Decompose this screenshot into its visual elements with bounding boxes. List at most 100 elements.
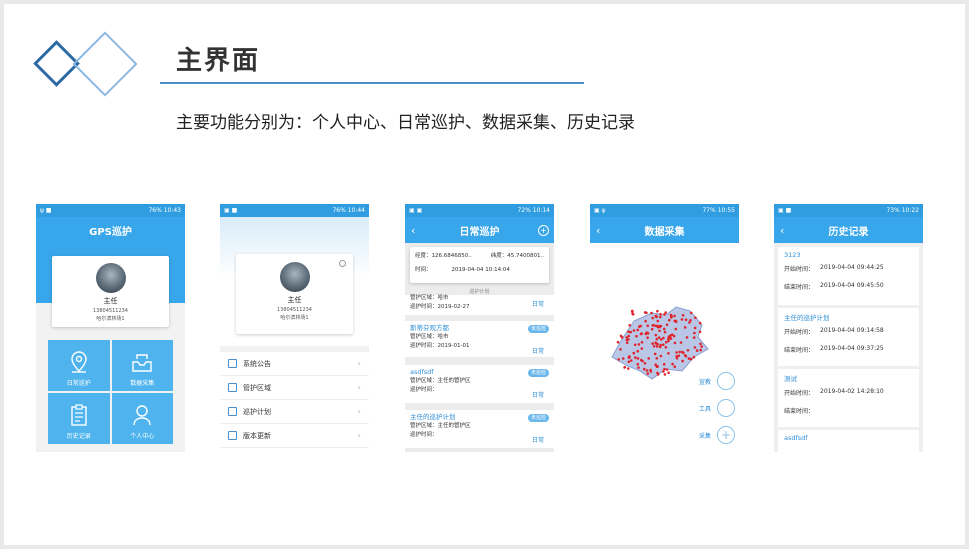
button-collect[interactable]: 采集 +	[699, 426, 735, 444]
status-bar: ▣ ■ 73% 10:22	[774, 204, 923, 217]
map-marker	[645, 369, 649, 372]
map-marker	[675, 351, 678, 354]
tile-data-collection[interactable]: 数据采集	[111, 340, 173, 391]
add-icon[interactable]: +	[538, 224, 549, 236]
menu-item-update[interactable]: 版本更新 ›	[220, 424, 369, 448]
map-marker	[652, 344, 656, 348]
status-bar: ψ ■ 76% 10:43	[36, 204, 185, 217]
user-phone: 13804511234	[277, 307, 312, 313]
back-arrow-icon[interactable]: ‹	[780, 224, 784, 237]
map-marker	[656, 325, 660, 329]
map-marker	[646, 336, 649, 339]
gear-icon[interactable]	[339, 260, 346, 267]
tile-profile[interactable]: 个人中心	[111, 393, 173, 444]
map-marker	[673, 341, 677, 345]
tile-daily-patrol[interactable]: 日常巡护	[48, 340, 110, 391]
back-arrow-icon[interactable]: ‹	[411, 224, 415, 237]
map-marker	[656, 373, 660, 376]
map-marker	[663, 313, 666, 316]
history-record[interactable]: 测试 开始时间： 2019-04-02 14:28:10 结束时间：	[778, 369, 919, 427]
screenshot-profile: ▣ ■ 76% 10:44 主任 13804511234 哈尔滨林场1 系统公告…	[220, 204, 369, 452]
avatar	[279, 262, 310, 292]
map-marker	[619, 348, 622, 351]
map-marker	[625, 338, 629, 342]
back-arrow-icon[interactable]: ‹	[596, 224, 600, 237]
menu-item-announcement[interactable]: 系统公告 ›	[220, 352, 369, 376]
book-icon	[717, 372, 735, 390]
inbox-icon	[132, 354, 152, 372]
map-marker	[640, 347, 644, 350]
map-marker	[693, 331, 696, 335]
map-marker	[681, 350, 684, 354]
screenshot-daily-patrol: ▣ ▣ 72% 10:14 ‹ 日常巡护 + 经度：126.6846850.. …	[405, 204, 554, 452]
map-marker	[681, 314, 685, 317]
map-marker	[656, 365, 659, 368]
gps-info-card: 经度：126.6846850.. 纬度：45.7400801.. 时间： 2019…	[410, 247, 549, 283]
plan-item[interactable]: 斯蒂芬观方都 未巡检 管护区域：哈市 巡护时间：2019-01-01 日常	[405, 321, 554, 357]
map-marker	[685, 336, 689, 339]
map-marker	[646, 324, 649, 328]
map-marker	[655, 345, 659, 348]
location-pin-icon	[71, 351, 87, 373]
map-marker	[699, 342, 702, 346]
map-marker	[627, 360, 631, 364]
button-education[interactable]: 宣教	[699, 372, 735, 390]
chevron-right-icon: ›	[357, 407, 361, 416]
page-title: 主界面	[176, 46, 261, 76]
map-marker	[670, 333, 674, 336]
map-marker	[692, 336, 696, 339]
map-marker	[667, 318, 671, 322]
user-name: 主任	[287, 296, 302, 304]
history-record[interactable]: 3123 开始时间： 2019-04-04 09:44:25 结束时间： 2019-…	[778, 247, 919, 305]
map-marker	[640, 332, 643, 335]
map-marker	[667, 352, 670, 355]
profile-card[interactable]: 主任 13804511234 哈尔滨林场1	[236, 254, 353, 334]
map-marker	[662, 362, 666, 366]
map-marker	[692, 355, 696, 359]
menu-item-plan[interactable]: 巡护计划 ›	[220, 400, 369, 424]
map-marker	[650, 311, 653, 315]
map-marker	[629, 330, 632, 334]
region-map[interactable]	[604, 299, 714, 389]
chevron-right-icon: ›	[357, 431, 361, 440]
map-marker	[684, 318, 688, 321]
plan-item[interactable]: asdfsdf 未巡检 管护区域：主任的管护区 巡护时间： 日常	[405, 365, 554, 403]
map-marker	[665, 323, 669, 327]
button-tools[interactable]: 工具	[699, 399, 735, 417]
map-marker	[653, 352, 657, 356]
history-record[interactable]: asdfsdf	[778, 430, 919, 452]
plan-item[interactable]: 主任的巡护计划 未巡检 管护区域：主任的管护区 巡护时间： 日常	[405, 410, 554, 448]
map-marker	[640, 358, 643, 362]
history-record[interactable]: 主任的巡护计划 开始时间： 2019-04-04 09:14:58 结束时间： 20…	[778, 308, 919, 366]
map-marker	[623, 366, 626, 369]
slide: 主界面 主要功能分别为：个人中心、日常巡护、数据采集、历史记录 ψ ■ 76% …	[4, 4, 965, 545]
map-marker	[674, 320, 678, 324]
map-marker	[699, 348, 702, 352]
map-marker	[673, 365, 677, 368]
plus-icon: +	[717, 426, 735, 444]
tile-history[interactable]: 历史记录	[48, 393, 110, 444]
map-marker	[674, 327, 678, 331]
map-marker	[700, 345, 703, 348]
map-marker	[640, 341, 644, 344]
status-badge: 未巡检	[527, 369, 549, 377]
person-icon	[133, 405, 151, 426]
profile-card[interactable]: 主任 13804511234 哈尔滨林场1	[52, 256, 169, 327]
map-marker	[619, 334, 623, 338]
menu-item-area[interactable]: 管护区域 ›	[220, 376, 369, 400]
title-underline	[160, 82, 584, 84]
map-marker	[679, 341, 683, 344]
plan-item[interactable]: 管护区域：哈市 巡护时间：2019-02-27 日常	[405, 295, 554, 315]
map-marker	[644, 319, 647, 323]
map-marker	[657, 336, 661, 339]
calendar-icon	[228, 407, 237, 416]
status-bar: ▣ ψ 77% 10:55	[590, 204, 739, 217]
map-marker	[688, 321, 691, 324]
map-icon	[228, 383, 237, 392]
screenshot-main-menu: ψ ■ 76% 10:43 GPS巡护 主任 13804511234 哈尔滨林场…	[36, 204, 185, 452]
map-marker	[645, 311, 648, 315]
map-marker	[662, 327, 666, 331]
map-marker	[655, 357, 659, 360]
map-marker	[643, 367, 646, 371]
user-org: 哈尔滨林场1	[280, 315, 309, 321]
